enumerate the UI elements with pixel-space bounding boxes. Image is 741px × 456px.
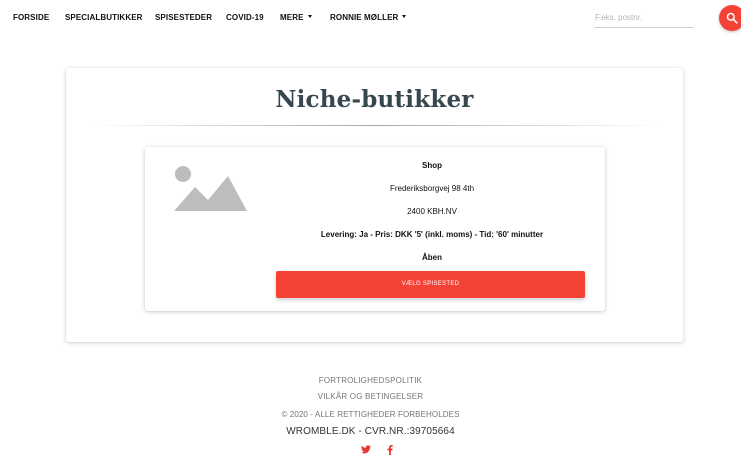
shop-card: Shop Frederiksborgvej 98 4th 2400 KBH.NV… bbox=[145, 147, 605, 311]
shop-address: Frederiksborgvej 98 4th bbox=[389, 184, 475, 193]
shop-name: Shop bbox=[422, 161, 442, 170]
shop-status: Åben bbox=[422, 253, 442, 262]
select-restaurant-button[interactable]: VÆLG SPISESTED bbox=[276, 271, 585, 298]
company-info: WROMBLE.DK - CVR.NR.:39705664 bbox=[286, 426, 455, 437]
image-placeholder-icon bbox=[174, 166, 247, 211]
main-card: Niche-butikker Shop Frederiksborgvej 98 … bbox=[66, 68, 683, 342]
nav-item-mere[interactable]: MERE bbox=[280, 13, 312, 22]
nav-item-spisesteder[interactable]: SPISESTEDER bbox=[155, 13, 212, 22]
title-divider bbox=[88, 125, 661, 126]
search-input[interactable] bbox=[594, 8, 694, 28]
shop-delivery-info: Levering: Ja - Pris: DKK '5' (inkl. moms… bbox=[320, 230, 544, 239]
nav-item-forside[interactable]: FORSIDE bbox=[13, 13, 49, 22]
chevron-down-icon bbox=[402, 15, 407, 19]
nav-item-user-label: RONNIE MØLLER bbox=[330, 13, 399, 22]
nav-item-mere-label: MERE bbox=[280, 13, 304, 22]
top-navbar: FORSIDE SPECIALBUTIKKER SPISESTEDER COVI… bbox=[0, 0, 741, 36]
search-button[interactable] bbox=[719, 5, 741, 31]
chevron-down-icon bbox=[307, 15, 312, 19]
search-icon bbox=[726, 12, 738, 24]
page-title: Niche-butikker bbox=[275, 86, 474, 113]
nav-item-specialbutikker[interactable]: SPECIALBUTIKKER bbox=[65, 13, 143, 22]
twitter-icon[interactable] bbox=[361, 445, 371, 456]
nav-item-user-menu[interactable]: RONNIE MØLLER bbox=[330, 13, 407, 22]
facebook-icon[interactable] bbox=[387, 445, 393, 456]
privacy-policy-link[interactable]: FORTROLIGHEDSPOLITIK bbox=[0, 376, 741, 385]
nav-item-covid19[interactable]: COVID-19 bbox=[226, 13, 264, 22]
shop-postal: 2400 KBH.NV bbox=[407, 207, 457, 216]
terms-link[interactable]: VILKÅR OG BETINGELSER bbox=[0, 392, 741, 401]
copyright-text: © 2020 - ALLE RETTIGHEDER FORBEHOLDES bbox=[281, 410, 460, 419]
